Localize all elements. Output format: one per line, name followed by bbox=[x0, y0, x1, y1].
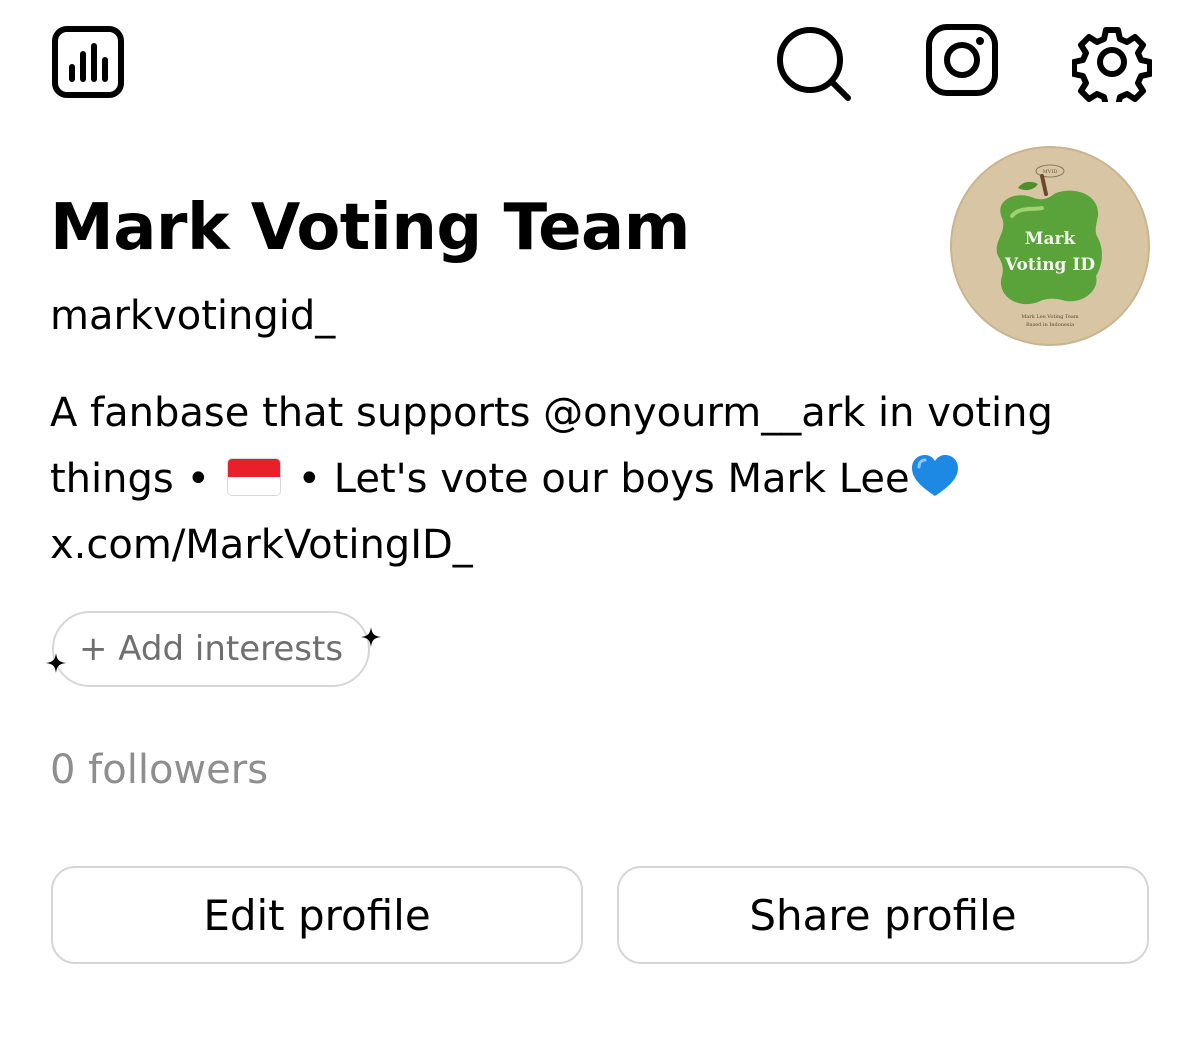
profile-bio: A fanbase that supports @onyourm__ark in… bbox=[50, 380, 1160, 578]
svg-text:Based in Indonesia: Based in Indonesia bbox=[1026, 322, 1074, 328]
add-interests-button[interactable]: + Add interests bbox=[52, 611, 370, 687]
avatar-image: MVID Mark Voting ID Mark Lee Voting Team… bbox=[950, 146, 1150, 346]
profile-username[interactable]: markvotingid_ bbox=[50, 292, 335, 340]
bio-line: A fanbase that supports @onyourm__ark in… bbox=[50, 390, 1053, 436]
search-icon[interactable] bbox=[768, 20, 858, 110]
bio-text: things • bbox=[50, 456, 223, 502]
indonesia-flag-icon bbox=[226, 458, 281, 496]
followers-count[interactable]: 0 followers bbox=[50, 746, 268, 794]
bio-line: things • • Let's vote our boys Mark Lee bbox=[50, 446, 1160, 512]
instagram-icon[interactable] bbox=[922, 20, 1002, 100]
svg-text:Mark: Mark bbox=[1025, 229, 1077, 249]
share-profile-button[interactable]: Share profile bbox=[617, 866, 1149, 964]
svg-text:Mark Lee Voting Team: Mark Lee Voting Team bbox=[1021, 314, 1079, 320]
svg-text:MVID: MVID bbox=[1043, 169, 1058, 175]
avatar[interactable]: MVID Mark Voting ID Mark Lee Voting Team… bbox=[950, 146, 1150, 346]
edit-profile-button[interactable]: Edit profile bbox=[51, 866, 583, 964]
insights-icon[interactable] bbox=[48, 22, 128, 102]
bio-text: • Let's vote our boys Mark Lee bbox=[284, 456, 910, 502]
sparkle-icon bbox=[46, 653, 66, 673]
sparkle-icon bbox=[361, 627, 381, 647]
bio-link[interactable]: x.com/MarkVotingID_ bbox=[50, 512, 1160, 578]
blue-heart-icon bbox=[911, 455, 958, 496]
profile-display-name: Mark Voting Team bbox=[50, 191, 690, 265]
svg-text:Voting ID: Voting ID bbox=[1004, 255, 1095, 275]
settings-icon[interactable] bbox=[1072, 22, 1152, 102]
